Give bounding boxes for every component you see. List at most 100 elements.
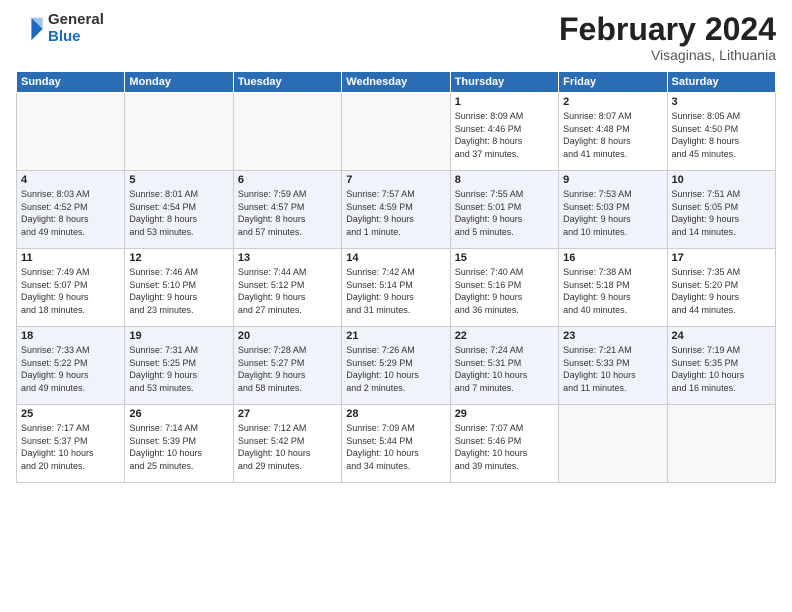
calendar-week-row: 4 Sunrise: 8:03 AM Sunset: 4:52 PM Daylig…: [17, 171, 776, 249]
day-number: 17: [672, 252, 771, 264]
table-row: [125, 93, 233, 171]
table-row: 26Sunrise: 7:14 AM Sunset: 5:39 PM Dayli…: [125, 405, 233, 483]
table-row: 21 Sunrise: 7:26 AM Sunset: 5:29 PM Dayli…: [342, 327, 450, 405]
day-info: Sunrise: 7:44 AM Sunset: 5:12 PM Dayligh…: [238, 266, 337, 316]
table-row: 7Sunrise: 7:57 AM Sunset: 4:59 PM Daylig…: [342, 171, 450, 249]
day-number: 1: [455, 96, 554, 108]
table-row: 23 Sunrise: 7:21 AM Sunset: 5:33 PM Dayli…: [559, 327, 667, 405]
table-row: [342, 93, 450, 171]
day-info: Sunrise: 7:33 AM Sunset: 5:22 PM Dayligh…: [21, 344, 120, 394]
day-info: Sunrise: 8:07 AM Sunset: 4:48 PM Dayligh…: [563, 110, 662, 160]
day-info: Sunrise: 7:24 AM Sunset: 5:31 PM Dayligh…: [455, 344, 554, 394]
day-number: 5: [129, 174, 228, 186]
table-row: 6Sunrise: 7:59 AM Sunset: 4:57 PM Daylig…: [233, 171, 341, 249]
logo-icon: [16, 15, 44, 43]
logo-general-text: General: [48, 12, 104, 29]
table-row: 22 Sunrise: 7:24 AM Sunset: 5:31 PM Dayli…: [450, 327, 558, 405]
table-row: 12Sunrise: 7:46 AM Sunset: 5:10 PM Dayli…: [125, 249, 233, 327]
day-number: 24: [672, 330, 771, 342]
location-subtitle: Visaginas, Lithuania: [559, 47, 776, 63]
month-title: February 2024: [559, 12, 776, 47]
table-row: [17, 93, 125, 171]
day-info: Sunrise: 7:49 AM Sunset: 5:07 PM Dayligh…: [21, 266, 120, 316]
calendar-week-row: 25 Sunrise: 7:17 AM Sunset: 5:37 PM Dayli…: [17, 405, 776, 483]
day-info: Sunrise: 7:09 AM Sunset: 5:44 PM Dayligh…: [346, 422, 445, 472]
day-info: Sunrise: 7:38 AM Sunset: 5:18 PM Dayligh…: [563, 266, 662, 316]
table-row: 14 Sunrise: 7:42 AM Sunset: 5:14 PM Dayli…: [342, 249, 450, 327]
day-info: Sunrise: 7:26 AM Sunset: 5:29 PM Dayligh…: [346, 344, 445, 394]
table-row: 25 Sunrise: 7:17 AM Sunset: 5:37 PM Dayli…: [17, 405, 125, 483]
day-info: Sunrise: 8:01 AM Sunset: 4:54 PM Dayligh…: [129, 188, 228, 238]
table-row: 19 Sunrise: 7:31 AM Sunset: 5:25 PM Dayli…: [125, 327, 233, 405]
table-row: 13 Sunrise: 7:44 AM Sunset: 5:12 PM Dayli…: [233, 249, 341, 327]
day-info: Sunrise: 7:57 AM Sunset: 4:59 PM Dayligh…: [346, 188, 445, 238]
logo-text: General Blue: [48, 12, 104, 45]
table-row: 29Sunrise: 7:07 AM Sunset: 5:46 PM Dayli…: [450, 405, 558, 483]
page: General Blue February 2024 Visaginas, Li…: [0, 0, 792, 612]
table-row: [233, 93, 341, 171]
day-number: 2: [563, 96, 662, 108]
header-saturday: Saturday: [667, 72, 775, 93]
calendar-table: Sunday Monday Tuesday Wednesday Thursday…: [16, 71, 776, 483]
table-row: 10Sunrise: 7:51 AM Sunset: 5:05 PM Dayli…: [667, 171, 775, 249]
day-number: 22: [455, 330, 554, 342]
title-area: February 2024 Visaginas, Lithuania: [559, 12, 776, 63]
table-row: 18 Sunrise: 7:33 AM Sunset: 5:22 PM Dayli…: [17, 327, 125, 405]
table-row: 17 Sunrise: 7:35 AM Sunset: 5:20 PM Dayli…: [667, 249, 775, 327]
header-tuesday: Tuesday: [233, 72, 341, 93]
day-info: Sunrise: 8:09 AM Sunset: 4:46 PM Dayligh…: [455, 110, 554, 160]
day-info: Sunrise: 7:17 AM Sunset: 5:37 PM Dayligh…: [21, 422, 120, 472]
day-number: 29: [455, 408, 554, 420]
header-wednesday: Wednesday: [342, 72, 450, 93]
header: General Blue February 2024 Visaginas, Li…: [16, 12, 776, 63]
header-thursday: Thursday: [450, 72, 558, 93]
day-info: Sunrise: 7:42 AM Sunset: 5:14 PM Dayligh…: [346, 266, 445, 316]
day-info: Sunrise: 7:53 AM Sunset: 5:03 PM Dayligh…: [563, 188, 662, 238]
table-row: 2 Sunrise: 8:07 AM Sunset: 4:48 PM Daylig…: [559, 93, 667, 171]
day-number: 20: [238, 330, 337, 342]
day-info: Sunrise: 7:55 AM Sunset: 5:01 PM Dayligh…: [455, 188, 554, 238]
day-number: 13: [238, 252, 337, 264]
day-number: 10: [672, 174, 771, 186]
header-monday: Monday: [125, 72, 233, 93]
day-info: Sunrise: 8:05 AM Sunset: 4:50 PM Dayligh…: [672, 110, 771, 160]
day-number: 28: [346, 408, 445, 420]
table-row: 11 Sunrise: 7:49 AM Sunset: 5:07 PM Dayli…: [17, 249, 125, 327]
table-row: 27 Sunrise: 7:12 AM Sunset: 5:42 PM Dayli…: [233, 405, 341, 483]
day-number: 14: [346, 252, 445, 264]
day-info: Sunrise: 8:03 AM Sunset: 4:52 PM Dayligh…: [21, 188, 120, 238]
calendar-week-row: 18 Sunrise: 7:33 AM Sunset: 5:22 PM Dayli…: [17, 327, 776, 405]
table-row: 28 Sunrise: 7:09 AM Sunset: 5:44 PM Dayli…: [342, 405, 450, 483]
day-number: 27: [238, 408, 337, 420]
day-number: 4: [21, 174, 120, 186]
day-number: 16: [563, 252, 662, 264]
day-info: Sunrise: 7:28 AM Sunset: 5:27 PM Dayligh…: [238, 344, 337, 394]
day-number: 15: [455, 252, 554, 264]
table-row: 16 Sunrise: 7:38 AM Sunset: 5:18 PM Dayli…: [559, 249, 667, 327]
day-number: 23: [563, 330, 662, 342]
table-row: 15 Sunrise: 7:40 AM Sunset: 5:16 PM Dayli…: [450, 249, 558, 327]
day-info: Sunrise: 7:35 AM Sunset: 5:20 PM Dayligh…: [672, 266, 771, 316]
day-number: 18: [21, 330, 120, 342]
header-sunday: Sunday: [17, 72, 125, 93]
weekday-header-row: Sunday Monday Tuesday Wednesday Thursday…: [17, 72, 776, 93]
day-info: Sunrise: 7:19 AM Sunset: 5:35 PM Dayligh…: [672, 344, 771, 394]
day-info: Sunrise: 7:12 AM Sunset: 5:42 PM Dayligh…: [238, 422, 337, 472]
day-number: 25: [21, 408, 120, 420]
day-number: 21: [346, 330, 445, 342]
table-row: 9 Sunrise: 7:53 AM Sunset: 5:03 PM Daylig…: [559, 171, 667, 249]
logo-blue-text: Blue: [48, 29, 104, 46]
table-row: 1 Sunrise: 8:09 AM Sunset: 4:46 PM Daylig…: [450, 93, 558, 171]
day-number: 3: [672, 96, 771, 108]
table-row: 24 Sunrise: 7:19 AM Sunset: 5:35 PM Dayli…: [667, 327, 775, 405]
day-info: Sunrise: 7:21 AM Sunset: 5:33 PM Dayligh…: [563, 344, 662, 394]
day-number: 9: [563, 174, 662, 186]
day-info: Sunrise: 7:40 AM Sunset: 5:16 PM Dayligh…: [455, 266, 554, 316]
day-info: Sunrise: 7:31 AM Sunset: 5:25 PM Dayligh…: [129, 344, 228, 394]
day-number: 12: [129, 252, 228, 264]
day-number: 19: [129, 330, 228, 342]
day-number: 11: [21, 252, 120, 264]
header-friday: Friday: [559, 72, 667, 93]
day-number: 6: [238, 174, 337, 186]
day-number: 8: [455, 174, 554, 186]
